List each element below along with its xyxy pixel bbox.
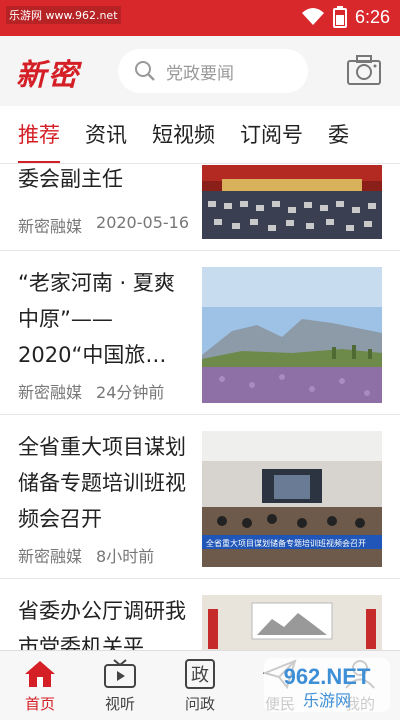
item-time: 24分钟前 bbox=[96, 383, 165, 402]
tab-partial[interactable]: 委 bbox=[328, 106, 349, 163]
item-title: “老家河南 · 夏爽中原”——2020“中国旅… bbox=[18, 271, 175, 367]
list-item[interactable]: 省委办公厅调研我市党委机关平 bbox=[0, 579, 400, 650]
item-source: 新密融媒 bbox=[18, 217, 83, 236]
status-time: 6:26 bbox=[354, 6, 390, 27]
svg-text:政: 政 bbox=[191, 665, 209, 686]
tab-news[interactable]: 资讯 bbox=[85, 106, 127, 163]
nav-label: 问政 bbox=[184, 695, 215, 713]
watermark-top: 乐游网 www.962.net bbox=[6, 6, 121, 24]
item-meta: 新密融媒 2020-05-16 bbox=[18, 213, 189, 237]
thumbnail-caption: 全省重大项目谋划储备专题培训班视频会召开 bbox=[206, 538, 366, 548]
tab-subscriptions[interactable]: 订阅号 bbox=[240, 106, 303, 163]
watermark-logo: 962.NET 乐游网 bbox=[264, 658, 390, 712]
list-item[interactable]: 全省重大项目谋划储备专题培训班视频会召开 新密融媒 8小时前 全省重大项目谋划储… bbox=[0, 415, 400, 579]
tv-icon bbox=[104, 659, 136, 688]
news-feed: 委会副主任 新密融媒 2020-05-16 “老家河南 · 夏爽中原”——202… bbox=[0, 165, 400, 650]
status-bar: 乐游网 www.962.net 6:26 bbox=[0, 0, 400, 36]
search-bar[interactable]: 党政要闻 bbox=[118, 49, 308, 93]
camera-icon[interactable] bbox=[346, 54, 382, 86]
tab-short-video[interactable]: 短视频 bbox=[152, 106, 215, 163]
nav-home[interactable]: 首页 bbox=[0, 651, 80, 720]
svg-text:962.NET: 962.NET bbox=[284, 664, 371, 689]
item-time: 8小时前 bbox=[96, 547, 155, 566]
zheng-icon: 政 bbox=[185, 659, 215, 689]
item-thumbnail bbox=[202, 165, 382, 239]
item-source: 新密融媒 bbox=[18, 383, 83, 402]
item-time: 2020-05-16 bbox=[96, 213, 189, 232]
item-source: 新密融媒 bbox=[18, 547, 83, 566]
item-meta: 新密融媒 24分钟前 bbox=[18, 379, 164, 403]
wifi-icon bbox=[301, 8, 324, 25]
item-title: 全省重大项目谋划储备专题培训班视频会召开 bbox=[18, 435, 186, 531]
category-tabs: 推荐 资讯 短视频 订阅号 委 bbox=[0, 106, 400, 164]
app-logo[interactable]: 新密 bbox=[16, 50, 80, 94]
item-thumbnail bbox=[202, 595, 382, 650]
item-meta: 新密融媒 8小时前 bbox=[18, 543, 154, 567]
item-title: 委会副主任 bbox=[18, 167, 123, 191]
battery-icon bbox=[332, 6, 347, 28]
status-icons: 6:26 bbox=[301, 6, 390, 28]
nav-label: 首页 bbox=[24, 695, 55, 713]
list-item[interactable]: “老家河南 · 夏爽中原”——2020“中国旅… 新密融媒 24分钟前 bbox=[0, 251, 400, 415]
svg-text:乐游网: 乐游网 bbox=[303, 691, 351, 710]
nav-video[interactable]: 视听 bbox=[80, 651, 160, 720]
item-title: 省委办公厅调研我市党委机关平 bbox=[18, 599, 186, 650]
list-item[interactable]: 委会副主任 新密融媒 2020-05-16 bbox=[0, 165, 400, 251]
app-header: 新密 党政要闻 bbox=[0, 36, 400, 106]
search-placeholder: 党政要闻 bbox=[166, 63, 234, 84]
tab-recommend[interactable]: 推荐 bbox=[18, 106, 60, 163]
item-thumbnail bbox=[202, 267, 382, 403]
search-icon bbox=[135, 61, 155, 81]
nav-label: 视听 bbox=[104, 695, 135, 713]
nav-wenzheng[interactable]: 政 问政 bbox=[160, 651, 240, 720]
home-icon bbox=[25, 661, 55, 687]
item-thumbnail: 全省重大项目谋划储备专题培训班视频会召开 bbox=[202, 431, 382, 567]
